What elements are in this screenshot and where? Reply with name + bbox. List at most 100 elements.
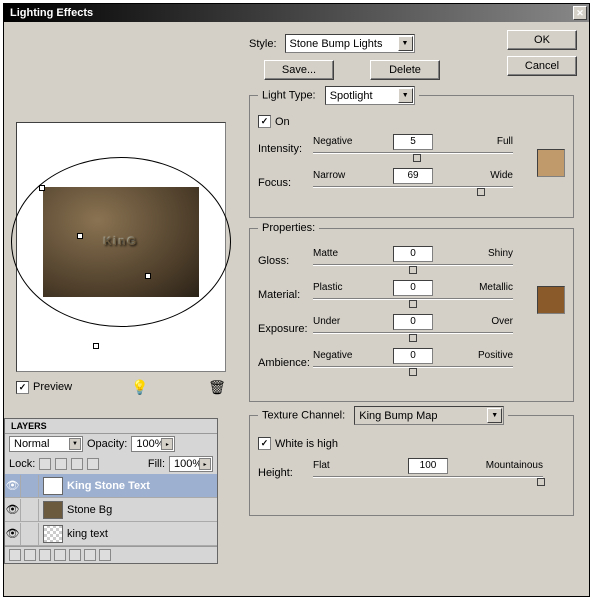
texture-channel-value: King Bump Map: [359, 410, 437, 422]
link-layers-icon[interactable]: [9, 549, 21, 561]
link-cell[interactable]: [23, 475, 39, 497]
layer-name: Stone Bg: [67, 504, 112, 516]
ambience-color-swatch[interactable]: [537, 286, 565, 314]
material-slider[interactable]: Plastic 0 Metallic: [313, 282, 513, 308]
dialog-title: Lighting Effects: [6, 7, 573, 19]
lock-label: Lock:: [9, 458, 35, 470]
chevron-down-icon: ▼: [398, 36, 413, 51]
new-layer-icon[interactable]: [84, 549, 96, 561]
layer-item[interactable]: 👁 Stone Bg: [5, 498, 217, 522]
lighting-effects-dialog: Lighting Effects ✕ OK Cancel Style: Ston…: [3, 3, 590, 597]
slider-thumb[interactable]: [409, 266, 417, 274]
intensity-value[interactable]: 5: [393, 134, 433, 150]
light-handle[interactable]: [93, 343, 99, 349]
preview-checkbox[interactable]: ✓ Preview: [16, 381, 72, 394]
chevron-down-icon: ▼: [69, 438, 81, 450]
layers-tab[interactable]: LAYERS: [5, 419, 217, 434]
light-type-group: Light Type: Spotlight ▼ ✓ On Intensity: …: [249, 86, 574, 218]
light-type-label: Light Type:: [262, 89, 316, 101]
properties-group: Properties: Gloss: Matte 0 Shiny Materia…: [249, 222, 574, 402]
light-type-value: Spotlight: [330, 90, 373, 102]
texture-channel-group: Texture Channel: King Bump Map ▼ ✓ White…: [249, 406, 574, 516]
visibility-icon[interactable]: 👁: [5, 523, 21, 545]
link-cell[interactable]: [23, 523, 39, 545]
mask-icon[interactable]: [39, 549, 51, 561]
layer-thumbnail: [43, 477, 63, 495]
cancel-button[interactable]: Cancel: [507, 56, 577, 76]
intensity-slider[interactable]: Negative 5 Full: [313, 136, 513, 162]
layer-item[interactable]: 👁 King Stone Text: [5, 474, 217, 498]
light-type-select[interactable]: Spotlight ▼: [325, 86, 415, 105]
fx-icon[interactable]: [24, 549, 36, 561]
on-checkbox[interactable]: ✓ On: [258, 115, 290, 128]
focus-value[interactable]: 69: [393, 168, 433, 184]
layer-thumbnail: [43, 525, 63, 543]
checkbox-icon: ✓: [258, 115, 271, 128]
slider-thumb[interactable]: [409, 334, 417, 342]
lock-paint-icon[interactable]: [55, 458, 67, 470]
lock-all-icon[interactable]: [87, 458, 99, 470]
gloss-value[interactable]: 0: [393, 246, 433, 262]
save-button[interactable]: Save...: [264, 60, 334, 80]
fill-input[interactable]: 100%▸: [169, 456, 213, 472]
slider-thumb[interactable]: [409, 368, 417, 376]
intensity-right: Full: [497, 136, 513, 147]
gloss-slider[interactable]: Matte 0 Shiny: [313, 248, 513, 274]
ok-button[interactable]: OK: [507, 30, 577, 50]
preview-area[interactable]: KinG: [16, 122, 226, 372]
adjustment-icon[interactable]: [54, 549, 66, 561]
opacity-label: Opacity:: [87, 438, 127, 450]
lightbulb-icon[interactable]: 💡: [131, 378, 149, 396]
link-cell[interactable]: [23, 499, 39, 521]
delete-layer-icon[interactable]: [99, 549, 111, 561]
layer-item[interactable]: 👁 king text: [5, 522, 217, 546]
chevron-down-icon: ▼: [487, 408, 502, 423]
light-handle[interactable]: [39, 185, 45, 191]
height-label: Height:: [258, 467, 313, 479]
focus-right: Wide: [490, 170, 513, 181]
light-color-swatch[interactable]: [537, 149, 565, 177]
gloss-label: Gloss:: [258, 255, 313, 267]
material-value[interactable]: 0: [393, 280, 433, 296]
intensity-left: Negative: [313, 136, 352, 147]
exposure-slider[interactable]: Under 0 Over: [313, 316, 513, 342]
height-slider[interactable]: Flat 100 Mountainous: [313, 460, 543, 486]
fill-label: Fill:: [148, 458, 165, 470]
lock-transparency-icon[interactable]: [39, 458, 51, 470]
blend-mode-select[interactable]: Normal▼: [9, 436, 83, 452]
preview-text: KinG: [104, 236, 138, 248]
visibility-icon[interactable]: 👁: [5, 475, 21, 497]
style-select[interactable]: Stone Bump Lights ▼: [285, 34, 415, 53]
opacity-input[interactable]: 100%▸: [131, 436, 175, 452]
visibility-icon[interactable]: 👁: [5, 499, 21, 521]
slider-thumb[interactable]: [409, 300, 417, 308]
material-label: Material:: [258, 289, 313, 301]
close-button[interactable]: ✕: [573, 6, 587, 20]
light-center-handle[interactable]: [145, 273, 151, 279]
light-handle[interactable]: [77, 233, 83, 239]
group-icon[interactable]: [69, 549, 81, 561]
preview-image: KinG: [43, 187, 199, 297]
slider-thumb[interactable]: [537, 478, 545, 486]
height-value[interactable]: 100: [408, 458, 448, 474]
ambience-slider[interactable]: Negative 0 Positive: [313, 350, 513, 376]
layer-name: king text: [67, 528, 108, 540]
exposure-value[interactable]: 0: [393, 314, 433, 330]
slider-thumb[interactable]: [477, 188, 485, 196]
chevron-right-icon: ▸: [161, 438, 173, 450]
style-label: Style:: [249, 38, 277, 50]
slider-thumb[interactable]: [413, 154, 421, 162]
lock-move-icon[interactable]: [71, 458, 83, 470]
checkbox-icon: ✓: [16, 381, 29, 394]
layer-name: King Stone Text: [67, 480, 150, 492]
white-is-high-checkbox[interactable]: ✓ White is high: [258, 437, 338, 450]
focus-label: Focus:: [258, 177, 313, 189]
ambience-value[interactable]: 0: [393, 348, 433, 364]
texture-channel-select[interactable]: King Bump Map ▼: [354, 406, 504, 425]
focus-slider[interactable]: Narrow 69 Wide: [313, 170, 513, 196]
trash-icon[interactable]: 🗑: [208, 378, 226, 396]
checkbox-icon: ✓: [258, 437, 271, 450]
layers-panel: LAYERS Normal▼ Opacity: 100%▸ Lock: Fill…: [4, 418, 218, 564]
chevron-down-icon: ▼: [398, 88, 413, 103]
delete-button[interactable]: Delete: [370, 60, 440, 80]
